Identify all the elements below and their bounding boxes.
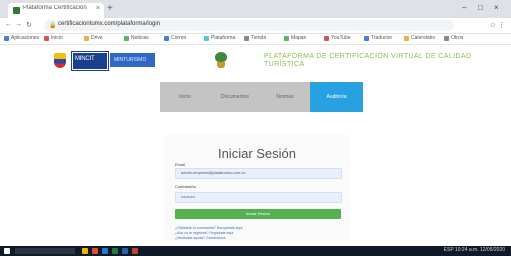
nav-item-auditoria[interactable]: Auditoría bbox=[310, 82, 363, 112]
login-button[interactable]: Iniciar Sesión bbox=[175, 209, 341, 219]
bookmark-label: Aplicaciones bbox=[11, 35, 40, 41]
browser-toolbar: ← → ↻ 🔒 certificaciontumx.com/plataforma… bbox=[0, 18, 511, 34]
bookmark-label: YouTube bbox=[331, 35, 351, 41]
start-icon[interactable] bbox=[4, 248, 10, 254]
bookmark-label: Inicio bbox=[51, 35, 63, 41]
reload-icon[interactable]: ↻ bbox=[26, 21, 32, 29]
login-button-label: Iniciar Sesión bbox=[245, 211, 270, 216]
forward-icon[interactable]: → bbox=[15, 21, 22, 28]
government-logo: MINCIT bbox=[72, 52, 108, 70]
file-explorer-icon[interactable] bbox=[82, 248, 88, 254]
bookmark-item[interactable]: Drive bbox=[84, 35, 103, 41]
login-title: Iniciar Sesión bbox=[217, 146, 297, 161]
email-label: Email bbox=[175, 162, 186, 167]
bookmark-label: Calendario bbox=[411, 35, 436, 41]
bookmark-item[interactable]: Plataforma bbox=[204, 35, 235, 41]
certification-logo-icon bbox=[214, 52, 228, 68]
ministry-logo: MINTURISMO bbox=[110, 53, 155, 67]
bookmark-item[interactable]: Traductor bbox=[364, 35, 392, 41]
bookmark-icon bbox=[404, 35, 409, 41]
nav-item-inicio[interactable]: Inicio bbox=[160, 82, 210, 112]
bookmark-item[interactable]: YouTube bbox=[324, 35, 351, 41]
bookmark-icon bbox=[364, 35, 369, 41]
bookmark-item[interactable]: Correo bbox=[164, 35, 186, 41]
system-tray: ESP 10:24 a.m. 12/05/2020 bbox=[443, 247, 505, 253]
minimize-icon[interactable]: – bbox=[462, 3, 466, 12]
email-value: admin.empresa@plataforma.com.co bbox=[181, 170, 246, 175]
bookmark-icon bbox=[164, 35, 169, 41]
password-label: Contraseña bbox=[175, 184, 196, 189]
windows-taskbar: ESP 10:24 a.m. 12/05/2020 bbox=[0, 246, 511, 256]
chrome-icon[interactable] bbox=[92, 248, 98, 254]
bookmark-item[interactable]: Calendario bbox=[404, 35, 435, 41]
help-link[interactable]: ¿Necesitas ayuda? Contáctanos bbox=[175, 236, 226, 240]
edge-icon[interactable] bbox=[102, 248, 108, 254]
browser-tab[interactable]: Plataforma Certificación Virtual × bbox=[8, 3, 104, 18]
close-window-icon[interactable]: × bbox=[494, 3, 499, 12]
tab-title: Plataforma Certificación Virtual bbox=[23, 5, 87, 11]
url-text: certificaciontumx.com/plataforma/login bbox=[58, 21, 161, 27]
bookmark-item[interactable]: Otros bbox=[444, 35, 463, 41]
ministry-logo-text: MINTURISMO bbox=[114, 57, 147, 63]
bookmark-item[interactable]: Noticias bbox=[124, 35, 149, 41]
nav-item-documentos[interactable]: Documentos bbox=[210, 82, 260, 112]
excel-icon[interactable] bbox=[112, 248, 118, 254]
password-value: •••••••••• bbox=[181, 194, 196, 199]
platform-title: PLATAFORMA DE CERTIFICACIÓN VIRTUAL DE C… bbox=[264, 53, 472, 68]
bookmark-label: Mapas bbox=[291, 35, 307, 41]
bookmark-icon bbox=[324, 35, 329, 41]
powerpoint-icon[interactable] bbox=[132, 248, 138, 254]
site-favicon-icon bbox=[13, 7, 20, 14]
government-logo-text: MINCIT bbox=[75, 56, 95, 62]
nav-item-normas[interactable]: Normas bbox=[260, 82, 310, 112]
bookmark-item[interactable]: Aplicaciones bbox=[4, 35, 39, 41]
bookmark-label: Tienda bbox=[251, 35, 267, 41]
bookmark-label: Otros bbox=[451, 35, 464, 41]
back-icon[interactable]: ← bbox=[5, 21, 12, 28]
bookmark-icon bbox=[444, 35, 449, 41]
bookmark-icon bbox=[4, 35, 9, 41]
bookmark-icon bbox=[44, 35, 49, 41]
bookmark-label: Drive bbox=[91, 35, 103, 41]
main-nav: Inicio Documentos Normas Auditoría bbox=[160, 82, 363, 112]
bookmark-label: Correo bbox=[171, 35, 187, 41]
bookmark-icon bbox=[124, 35, 129, 41]
lock-icon: 🔒 bbox=[49, 23, 57, 29]
browser-menu-icon[interactable]: ☆ ⋮ bbox=[490, 21, 505, 29]
browser-tabstrip: Plataforma Certificación Virtual × + – □… bbox=[0, 0, 511, 18]
bookmark-item[interactable]: Mapas bbox=[284, 35, 306, 41]
forgot-password-link[interactable]: ¿Olvidaste tu contraseña? Recupérala aqu… bbox=[175, 226, 243, 230]
bookmark-icon bbox=[204, 35, 209, 41]
colombia-shield-icon bbox=[54, 53, 66, 68]
bookmark-icon bbox=[84, 35, 89, 41]
taskbar-search[interactable] bbox=[15, 248, 75, 254]
bookmark-icon bbox=[284, 35, 289, 41]
bookmark-label: Noticias bbox=[131, 35, 149, 41]
bookmark-icon bbox=[244, 35, 249, 41]
address-bar[interactable]: 🔒 certificaciontumx.com/plataforma/login bbox=[44, 20, 454, 31]
tab-close-icon[interactable]: × bbox=[96, 5, 100, 12]
bookmark-label: Traductor bbox=[371, 35, 393, 41]
password-field[interactable]: •••••••••• bbox=[175, 192, 342, 203]
word-icon[interactable] bbox=[122, 248, 128, 254]
bookmark-item[interactable]: Tienda bbox=[244, 35, 266, 41]
new-tab-button[interactable]: + bbox=[107, 3, 113, 15]
maximize-icon[interactable]: □ bbox=[478, 3, 483, 12]
register-link[interactable]: ¿Aún no te registras? Regístrate aquí bbox=[175, 231, 233, 235]
email-field[interactable]: admin.empresa@plataforma.com.co bbox=[175, 168, 342, 179]
bookmarks-bar: Aplicaciones Inicio Drive Noticias Correo Pla… bbox=[0, 34, 511, 45]
bookmark-label: Plataforma bbox=[211, 35, 236, 41]
bookmark-item[interactable]: Inicio bbox=[44, 35, 63, 41]
